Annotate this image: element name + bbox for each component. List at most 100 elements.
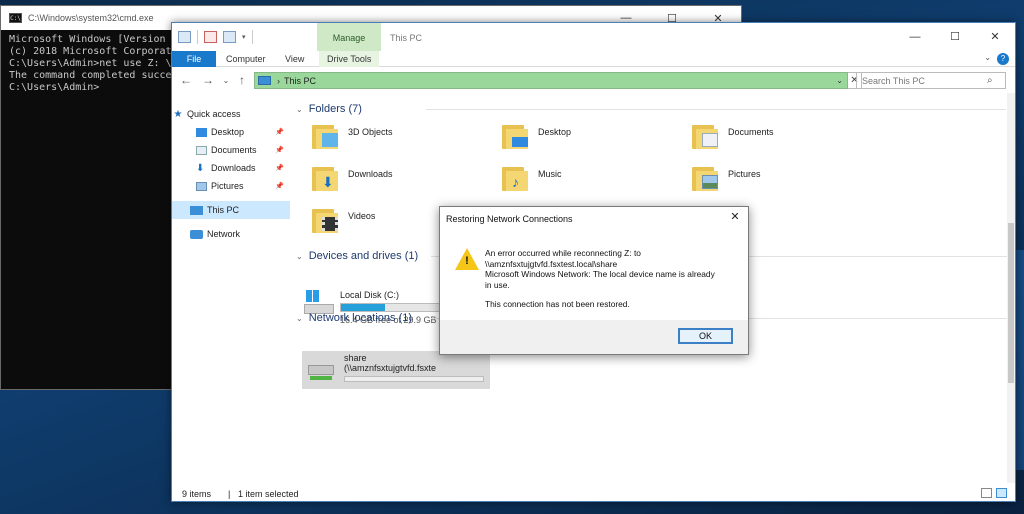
- tab-file[interactable]: File: [172, 51, 216, 67]
- close-button[interactable]: ✕: [975, 23, 1015, 51]
- folder-label: Pictures: [728, 169, 761, 179]
- folder-downloads[interactable]: ⬇ Downloads: [312, 165, 393, 191]
- dialog-message: An error occurred while reconnecting Z: …: [485, 248, 740, 310]
- folder-desktop[interactable]: Desktop: [502, 123, 571, 149]
- nav-item-pictures[interactable]: Pictures 📌: [172, 177, 290, 195]
- folder-pictures[interactable]: Pictures: [692, 165, 761, 191]
- nav-item-downloads[interactable]: ⬇ Downloads 📌: [172, 159, 290, 177]
- close-icon[interactable]: ✕: [728, 210, 742, 224]
- status-bar: 9 items | 1 item selected: [172, 487, 1015, 501]
- nav-label: This PC: [207, 205, 240, 215]
- nav-label: Pictures: [211, 181, 244, 191]
- folder-label: Documents: [728, 127, 774, 137]
- forward-arrow-icon[interactable]: →: [200, 73, 216, 87]
- warning-exclamation: !: [465, 255, 469, 267]
- dialog-footer: OK: [440, 320, 748, 354]
- address-row: ← → ⌄ ↑ › This PC ⌄ ✕ ⌕: [172, 69, 1015, 93]
- chevron-down-icon[interactable]: ⌄: [296, 252, 303, 261]
- nav-item-this-pc[interactable]: This PC: [172, 201, 290, 219]
- details-view-icon[interactable]: [981, 488, 992, 498]
- navigation-pane: ★ Quick access Desktop 📌 Documents 📌 ⬇ D…: [172, 103, 290, 483]
- new-folder-icon[interactable]: [223, 31, 236, 43]
- folder-3d-objects[interactable]: 3D Objects: [312, 123, 393, 149]
- maximize-button[interactable]: ☐: [935, 23, 975, 51]
- folder-label: Downloads: [348, 169, 393, 179]
- tab-computer[interactable]: Computer: [226, 51, 266, 67]
- folder-videos[interactable]: Videos: [312, 207, 375, 233]
- network-drive-icon: [308, 355, 340, 383]
- tab-view[interactable]: View: [285, 51, 304, 67]
- vertical-scrollbar[interactable]: [1007, 93, 1015, 483]
- up-arrow-icon[interactable]: ↑: [234, 73, 250, 87]
- restoring-network-connections-dialog[interactable]: Restoring Network Connections ✕ ! An err…: [439, 206, 749, 355]
- group-header-devices[interactable]: ⌄ Devices and drives (1): [296, 248, 1011, 264]
- chevron-down-icon[interactable]: ⌄: [984, 53, 991, 62]
- scrollbar-thumb[interactable]: [1008, 223, 1014, 383]
- search-box[interactable]: ⌕: [856, 72, 1006, 89]
- nav-label: Network: [207, 229, 241, 239]
- cmd-title: C:\Windows\system32\cmd.exe: [28, 13, 154, 23]
- folder-music[interactable]: ♪ Music: [502, 165, 562, 191]
- folder-label: Videos: [348, 211, 376, 221]
- nav-item-desktop[interactable]: Desktop 📌: [172, 123, 290, 141]
- properties-icon[interactable]: [204, 31, 217, 43]
- downloads-icon: ⬇: [196, 162, 205, 174]
- divider: [197, 30, 198, 44]
- message-line: Microsoft Windows Network: The local dev…: [485, 269, 715, 279]
- nav-item-network[interactable]: Network: [172, 225, 290, 243]
- folder-label: 3D Objects: [348, 127, 393, 137]
- group-title: Folders (7): [308, 103, 362, 115]
- nav-quick-access[interactable]: ★ Quick access: [172, 105, 290, 123]
- documents-icon: [196, 145, 207, 155]
- pc-icon: [258, 76, 271, 85]
- folder-icon: [502, 123, 532, 149]
- selection-count: 1 item selected: [238, 489, 299, 499]
- tiles-view-icon[interactable]: [996, 488, 1007, 498]
- search-input[interactable]: [862, 75, 987, 86]
- nav-item-documents[interactable]: Documents 📌: [172, 141, 290, 159]
- folder-icon: [312, 207, 342, 233]
- pc-icon: [190, 205, 203, 215]
- folder-documents[interactable]: Documents: [692, 123, 774, 149]
- message-line: in use.: [485, 279, 510, 290]
- group-header-folders[interactable]: ⌄ Folders (7): [296, 101, 1006, 117]
- tab-drive-tools[interactable]: Drive Tools: [319, 51, 380, 67]
- chevron-right-icon[interactable]: ›: [277, 76, 280, 86]
- customize-toolbar-icon[interactable]: ▾: [242, 33, 246, 41]
- manage-tab[interactable]: Manage: [317, 23, 381, 51]
- minimize-button[interactable]: —: [895, 23, 935, 51]
- pin-icon[interactable]: 📌: [275, 128, 284, 136]
- recent-locations-icon[interactable]: ⌄: [218, 76, 234, 85]
- folder-icon: ⬇: [312, 165, 342, 191]
- help-icon[interactable]: ?: [997, 53, 1009, 65]
- chevron-down-icon[interactable]: ⌄: [296, 105, 303, 114]
- star-icon: ★: [173, 108, 183, 120]
- back-arrow-icon[interactable]: ←: [178, 73, 194, 87]
- pin-icon[interactable]: 📌: [275, 164, 284, 172]
- divider: [426, 109, 1006, 110]
- pin-icon[interactable]: 📌: [275, 146, 284, 154]
- divider: [251, 30, 253, 44]
- cmd-icon: C:\: [9, 13, 22, 23]
- address-path[interactable]: This PC: [284, 76, 316, 86]
- explorer-titlebar[interactable]: ▾ Manage This PC — ☐ ✕: [172, 23, 1015, 51]
- group-title: Devices and drives (1): [308, 250, 419, 262]
- group-header-network[interactable]: ⌄ Network locations (1): [296, 310, 1011, 326]
- message-line: This connection has not been restored.: [485, 299, 630, 309]
- folder-icon: [312, 123, 342, 149]
- pc-icon: [178, 31, 191, 43]
- dialog-title: Restoring Network Connections: [446, 214, 573, 224]
- address-bar[interactable]: › This PC ⌄: [254, 72, 848, 89]
- divider: |: [228, 489, 231, 499]
- network-location-share[interactable]: share (\\amznfsxtujgtvfd.fsxte: [302, 351, 490, 389]
- network-location-path: (\\amznfsxtujgtvfd.fsxte: [344, 363, 437, 373]
- pictures-icon: [196, 181, 207, 191]
- ok-button[interactable]: OK: [678, 328, 733, 344]
- quick-access-toolbar: ▾: [178, 30, 253, 44]
- pin-icon[interactable]: 📌: [275, 182, 284, 190]
- chevron-down-icon[interactable]: ⌄: [296, 314, 303, 323]
- nav-label: Documents: [211, 145, 257, 155]
- folder-label: Desktop: [538, 127, 572, 137]
- chevron-down-icon[interactable]: ⌄: [836, 76, 843, 85]
- folder-label: Music: [538, 169, 562, 179]
